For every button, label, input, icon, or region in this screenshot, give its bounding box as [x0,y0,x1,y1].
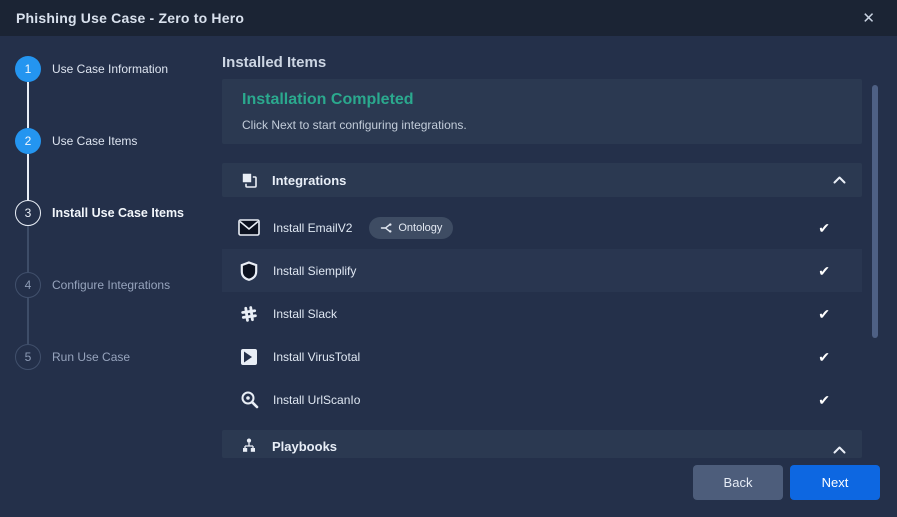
installed-check-icon: ✔ [818,264,830,278]
step-label: Run Use Case [52,350,130,364]
installed-items-panel: Installed Items Installation Completed C… [222,36,862,458]
section-label: Playbooks [272,439,337,454]
installed-check-icon: ✔ [818,307,830,321]
step-number-badge: 1 [15,56,41,82]
ontology-icon [380,222,392,234]
page-title: Installed Items [222,54,862,71]
installation-status-banner: Installation Completed Click Next to sta… [222,79,862,144]
integration-item-list: Install EmailV2 Ontology ✔ [222,206,862,421]
email-icon [238,219,260,236]
stepper-step-use-case-information[interactable]: 1 Use Case Information [0,33,215,105]
playbooks-icon [238,438,260,454]
wizard-dialog: Phishing Use Case - Zero to Hero ✕ 1 Use… [0,0,897,517]
dialog-title: Phishing Use Case - Zero to Hero [16,10,244,26]
integration-label: Install VirusTotal [273,350,360,364]
siemplify-shield-icon [238,261,260,281]
stepper-step-run-use-case[interactable]: 5 Run Use Case [0,321,215,393]
slack-icon [238,305,260,323]
step-label: Use Case Information [52,62,168,76]
step-number-badge: 5 [15,344,41,370]
integration-label: Install Siemplify [273,264,356,278]
section-label: Integrations [272,173,346,188]
stepper-step-configure-integrations[interactable]: 4 Configure Integrations [0,249,215,321]
row-install-emailv2[interactable]: Install EmailV2 Ontology ✔ [222,206,862,249]
row-install-slack[interactable]: Install Slack ✔ [222,292,862,335]
row-install-siemplify[interactable]: Install Siemplify ✔ [222,249,862,292]
magnifier-icon [238,390,260,409]
chevron-up-icon[interactable] [833,446,846,454]
vertical-scrollbar[interactable] [872,85,878,338]
stepper-step-use-case-items[interactable]: 2 Use Case Items [0,105,215,177]
badge-label: Ontology [398,222,442,234]
stepper-step-install-use-case-items[interactable]: 3 Install Use Case Items [0,177,215,249]
back-button[interactable]: Back [693,465,783,500]
integration-label: Install Slack [273,307,337,321]
titlebar: Phishing Use Case - Zero to Hero ✕ [0,0,897,36]
playbooks-section-header[interactable]: Playbooks [222,430,862,458]
installed-check-icon: ✔ [818,350,830,364]
next-button[interactable]: Next [790,465,880,500]
installation-status-subtitle: Click Next to start configuring integrat… [242,118,842,132]
chevron-up-icon[interactable] [833,176,846,184]
wizard-footer: Back Next [693,465,880,500]
step-label: Use Case Items [52,134,137,148]
row-install-virustotal[interactable]: Install VirusTotal ✔ [222,335,862,378]
step-label: Configure Integrations [52,278,170,292]
step-number-badge: 4 [15,272,41,298]
step-number-badge: 3 [15,200,41,226]
virustotal-icon [238,348,260,366]
installed-check-icon: ✔ [818,221,830,235]
integrations-section-header[interactable]: Integrations [222,163,862,197]
installed-check-icon: ✔ [818,393,830,407]
wizard-stepper: 1 Use Case Information 2 Use Case Items … [0,33,215,393]
integration-label: Install UrlScanIo [273,393,360,407]
step-label: Install Use Case Items [52,206,184,220]
integration-label: Install EmailV2 [273,221,352,235]
close-icon[interactable]: ✕ [856,7,881,30]
ontology-badge: Ontology [369,217,453,239]
installation-status-title: Installation Completed [242,91,842,109]
step-number-badge: 2 [15,128,41,154]
integrations-icon [238,171,260,189]
row-install-urlscanio[interactable]: Install UrlScanIo ✔ [222,378,862,421]
